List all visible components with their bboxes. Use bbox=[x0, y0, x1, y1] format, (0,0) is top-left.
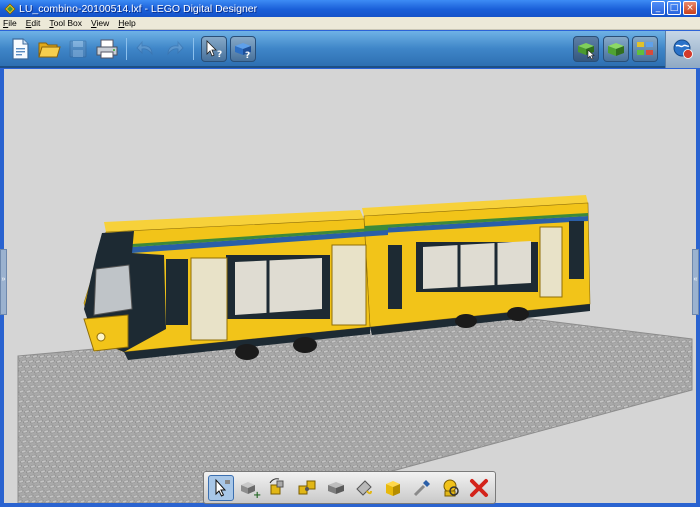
hinge-tool-icon bbox=[269, 477, 284, 494]
redo-button[interactable] bbox=[161, 36, 187, 62]
save-button[interactable] bbox=[65, 36, 91, 62]
paint-bucket-tool-button[interactable] bbox=[352, 475, 378, 501]
hide-tool-icon bbox=[443, 479, 460, 496]
open-folder-icon bbox=[38, 42, 61, 58]
view-mode-button[interactable] bbox=[603, 36, 629, 62]
tram-model-scene bbox=[17, 195, 693, 503]
paint-color-swatch-icon bbox=[386, 480, 401, 496]
undo-icon bbox=[136, 40, 153, 56]
menu-bar: File Edit Tool Box View Help bbox=[0, 17, 700, 30]
eyedropper-tool-icon bbox=[413, 479, 430, 496]
lego-online-button[interactable] bbox=[670, 36, 696, 62]
building-guide-mode-button[interactable] bbox=[632, 36, 658, 62]
flex-tool-icon bbox=[327, 481, 344, 494]
print-icon bbox=[96, 39, 118, 59]
hinge-align-tool-icon bbox=[298, 480, 316, 494]
menu-help[interactable]: Help bbox=[118, 18, 135, 28]
lego-online-icon bbox=[673, 39, 693, 59]
main-toolbar: ? ? bbox=[0, 31, 700, 68]
print-button[interactable] bbox=[94, 36, 120, 62]
menu-toolbox[interactable]: Tool Box bbox=[49, 18, 82, 28]
brick-help-button[interactable]: ? bbox=[230, 36, 256, 62]
hide-tool-button[interactable] bbox=[438, 475, 464, 501]
tram-rear-car[interactable] bbox=[362, 195, 591, 335]
svg-text:+: + bbox=[253, 490, 261, 499]
clone-tool-icon: + bbox=[240, 481, 261, 499]
clone-tool-button[interactable]: + bbox=[237, 475, 263, 501]
flex-tool-button[interactable] bbox=[323, 475, 349, 501]
menu-view[interactable]: View bbox=[91, 18, 109, 28]
menu-edit[interactable]: Edit bbox=[26, 18, 41, 28]
save-icon bbox=[69, 40, 87, 58]
window-title: LU_combino-20100514.lxf - LEGO Digital D… bbox=[19, 2, 258, 15]
svg-text:?: ? bbox=[217, 50, 222, 60]
building-guide-mode-icon bbox=[637, 42, 653, 55]
maximize-button[interactable]: □ bbox=[667, 1, 681, 15]
build-mode-icon bbox=[578, 43, 595, 60]
new-file-icon bbox=[12, 38, 29, 60]
select-tool-icon bbox=[215, 478, 230, 497]
minimize-button[interactable]: _ bbox=[651, 1, 665, 15]
paint-color-swatch-button[interactable] bbox=[380, 475, 406, 501]
right-panel-toggle[interactable]: « bbox=[692, 249, 699, 315]
left-panel-toggle[interactable]: » bbox=[0, 249, 7, 315]
brick-help-icon: ? bbox=[235, 43, 251, 60]
hinge-tool-button[interactable] bbox=[265, 475, 291, 501]
pointer-help-button[interactable]: ? bbox=[201, 36, 227, 62]
eyedropper-tool-button[interactable] bbox=[409, 475, 435, 501]
delete-tool-icon bbox=[470, 478, 489, 497]
pointer-help-icon: ? bbox=[206, 40, 222, 60]
undo-button[interactable] bbox=[133, 36, 159, 62]
select-tool-button[interactable] bbox=[208, 474, 234, 501]
build-canvas[interactable]: » « bbox=[0, 69, 699, 503]
title-bar: LU_combino-20100514.lxf - LEGO Digital D… bbox=[0, 0, 700, 17]
online-panel bbox=[665, 31, 700, 68]
view-mode-icon bbox=[608, 43, 624, 56]
lego-app-icon bbox=[4, 2, 16, 15]
build-mode-button[interactable] bbox=[573, 36, 599, 62]
menu-file[interactable]: File bbox=[3, 18, 17, 28]
new-file-button[interactable] bbox=[7, 36, 33, 62]
redo-icon bbox=[167, 40, 184, 56]
delete-tool-button[interactable] bbox=[466, 475, 492, 501]
hinge-align-tool-button[interactable] bbox=[294, 475, 320, 501]
paint-bucket-tool-icon bbox=[356, 479, 373, 496]
svg-text:?: ? bbox=[245, 51, 250, 60]
tool-palette: + bbox=[203, 471, 496, 504]
open-file-button[interactable] bbox=[36, 36, 62, 62]
close-button[interactable]: × bbox=[683, 1, 697, 15]
